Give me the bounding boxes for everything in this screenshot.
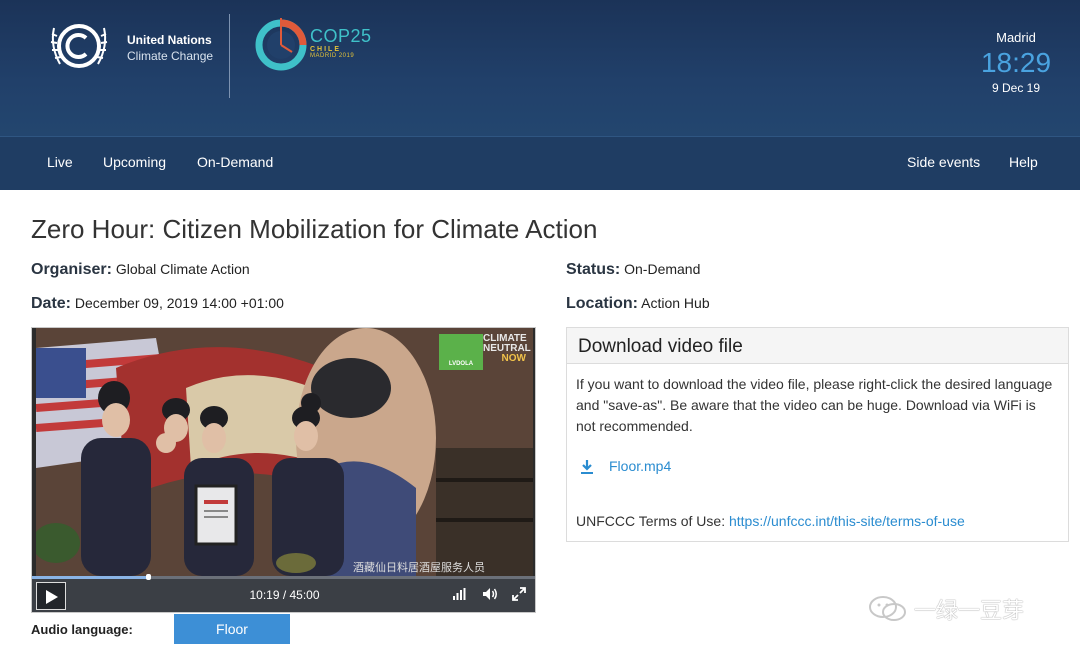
audio-language-label: Audio language:: [31, 622, 133, 637]
download-heading: Download video file: [567, 328, 1068, 364]
volume-icon[interactable]: [481, 586, 499, 607]
un-wordmark: United Nations Climate Change: [127, 32, 213, 64]
badge-line3: NOW: [501, 353, 526, 364]
nav-help[interactable]: Help: [1009, 154, 1038, 170]
site-header: United Nations Climate Change COP25 CHIL…: [0, 0, 1080, 136]
video-player[interactable]: LVDOLA CLIMATE NEUTRAL NOW 酒藏仙日料居酒屋服务人员 …: [31, 327, 536, 613]
fullscreen-icon[interactable]: [511, 586, 527, 607]
video-controls: 10:19 / 45:00: [32, 574, 535, 612]
download-panel: Download video file If you want to downl…: [566, 327, 1069, 542]
page-title: Zero Hour: Citizen Mobilization for Clim…: [31, 214, 598, 244]
date-value: December 09, 2019 14:00 +01:00: [74, 295, 284, 311]
cop25-emblem-icon: [254, 18, 308, 72]
terms-row: UNFCCC Terms of Use: https://unfccc.int/…: [576, 511, 1059, 532]
video-frame[interactable]: LVDOLA CLIMATE NEUTRAL NOW 酒藏仙日料居酒屋服务人员: [36, 328, 533, 576]
cop25-wordmark: COP25 CHILE MADRID 2019: [310, 26, 372, 59]
wechat-icon: [869, 596, 906, 621]
nav-live[interactable]: Live: [47, 154, 73, 170]
video-caption: 酒藏仙日料居酒屋服务人员: [353, 561, 485, 574]
location-value: Action Hub: [641, 295, 710, 311]
date-row: Date: December 09, 2019 14:00 +01:00: [31, 295, 284, 313]
location-row: Location: Action Hub: [566, 295, 710, 313]
clock-date: 9 Dec 19: [991, 81, 1041, 95]
progress-knob[interactable]: [146, 574, 151, 580]
climate-neutral-badge: CLIMATE NEUTRAL NOW: [483, 334, 531, 372]
status-value: On-Demand: [624, 261, 701, 277]
location-key: Location:: [566, 295, 638, 312]
un-line1: United Nations: [127, 33, 212, 47]
status-row: Status: On-Demand: [566, 261, 700, 279]
lvdola-text: LVDOLA: [448, 361, 474, 367]
nav-side-events[interactable]: Side events: [907, 154, 980, 170]
cop-sub2: MADRID 2019: [310, 53, 355, 59]
watermark-text: 一绿一豆芽: [914, 599, 1025, 624]
organiser-value: Global Climate Action: [115, 261, 250, 277]
un-climate-logo-icon[interactable]: [48, 20, 110, 72]
clock-city: Madrid: [996, 30, 1036, 45]
organiser-key: Organiser:: [31, 261, 112, 278]
cop-title: COP25: [310, 26, 372, 46]
terms-label: UNFCCC Terms of Use:: [576, 513, 726, 529]
audio-language-floor-button[interactable]: Floor: [174, 614, 290, 644]
download-body: If you want to download the video file, …: [567, 364, 1068, 542]
quality-bars-icon[interactable]: [451, 586, 467, 607]
main-nav: Live Upcoming On-Demand Side events Help: [0, 136, 1080, 190]
terms-link[interactable]: https://unfccc.int/this-site/terms-of-us…: [729, 513, 965, 529]
download-instructions: If you want to download the video file, …: [576, 376, 1053, 434]
organiser-row: Organiser: Global Climate Action: [31, 261, 250, 279]
download-file-name: Floor.mp4: [609, 458, 672, 474]
clock-time: 18:29: [980, 47, 1052, 78]
status-key: Status:: [566, 261, 621, 278]
download-file-link[interactable]: Floor.mp4: [579, 456, 1059, 477]
cop-sub1: CHILE: [310, 46, 341, 53]
nav-upcoming[interactable]: Upcoming: [103, 154, 166, 170]
progress-track[interactable]: [32, 574, 535, 580]
lvdola-logo-badge: LVDOLA: [439, 334, 483, 370]
un-line2: Climate Change: [127, 49, 214, 63]
date-key: Date:: [31, 295, 72, 312]
nav-on-demand[interactable]: On-Demand: [197, 154, 273, 170]
clock-widget: Madrid 18:29 9 Dec 19: [946, 30, 1056, 95]
progress-fill: [32, 576, 148, 579]
header-divider: [229, 14, 230, 98]
download-icon: [581, 459, 593, 474]
wechat-watermark: 一绿一豆芽: [868, 592, 1024, 626]
